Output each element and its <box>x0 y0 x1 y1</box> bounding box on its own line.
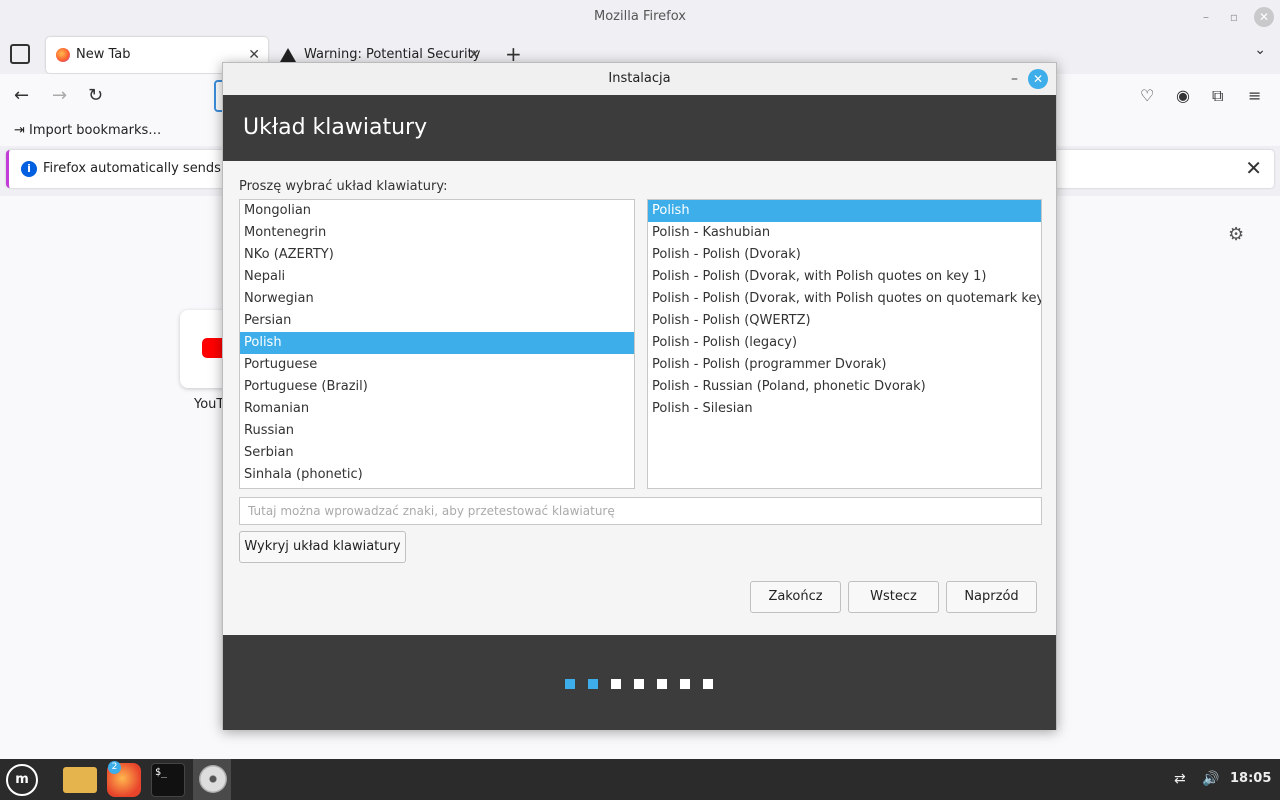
shortcut-label: YouT <box>194 397 225 412</box>
firefox-icon <box>56 48 70 62</box>
list-item[interactable]: Polish - Silesian <box>648 398 1041 420</box>
quit-button[interactable]: Zakończ <box>750 581 841 613</box>
keyboard-test-input[interactable] <box>239 497 1042 525</box>
list-item[interactable]: Polish - Polish (QWERTZ) <box>648 310 1041 332</box>
volume-icon[interactable]: 🔊 <box>1202 771 1219 787</box>
firefox-window-title: Mozilla Firefox <box>594 9 686 24</box>
taskbar: m $_ ⇄ 🔊 18:05 <box>0 759 1280 800</box>
list-item[interactable]: Polish - Polish (legacy) <box>648 332 1041 354</box>
disc-icon <box>199 765 227 793</box>
step-dot <box>565 679 575 689</box>
installer-taskbar-button[interactable] <box>193 759 231 800</box>
step-dot <box>588 679 598 689</box>
network-icon[interactable]: ⇄ <box>1174 771 1186 787</box>
close-icon[interactable]: ✕ <box>1028 69 1048 89</box>
mint-menu-icon[interactable]: m <box>6 764 38 796</box>
list-item[interactable]: Polish <box>240 332 634 354</box>
warning-icon <box>280 48 296 62</box>
extensions-icon[interactable]: ⧉ <box>1212 86 1223 106</box>
list-item[interactable]: Persian <box>240 310 634 332</box>
step-dot <box>634 679 644 689</box>
list-item[interactable]: Serbian <box>240 442 634 464</box>
notification-text: Firefox automatically sends so <box>43 161 240 176</box>
back-arrow-icon[interactable]: ← <box>14 84 29 108</box>
detect-layout-button[interactable]: Wykryj układ klawiatury <box>239 531 406 563</box>
dialog-titlebar: Instalacja – ✕ <box>223 63 1056 95</box>
step-dot <box>657 679 667 689</box>
minimize-icon[interactable]: – <box>1196 7 1216 27</box>
dialog-footer <box>223 635 1056 730</box>
list-item[interactable]: Russian <box>240 420 634 442</box>
list-item[interactable]: Portuguese (Brazil) <box>240 376 634 398</box>
clock[interactable]: 18:05 <box>1230 771 1271 786</box>
page-title: Układ klawiatury <box>223 95 1056 161</box>
list-item[interactable]: Sinhala (phonetic) <box>240 464 634 486</box>
back-button[interactable]: Wstecz <box>848 581 939 613</box>
layout-list[interactable]: Mongolian Montenegrin NKo (AZERTY) Nepali No… <box>239 199 635 489</box>
pocket-icon[interactable]: ♡ <box>1140 86 1154 105</box>
maximize-icon[interactable]: ▫ <box>1224 7 1244 27</box>
menu-icon[interactable]: ≡ <box>1248 86 1261 105</box>
list-item[interactable]: Nepali <box>240 266 634 288</box>
tab-label: New Tab <box>76 47 131 62</box>
list-item[interactable]: Polish - Kashubian <box>648 222 1041 244</box>
list-item[interactable]: Norwegian <box>240 288 634 310</box>
step-dot <box>703 679 713 689</box>
dialog-title: Instalacja <box>608 71 671 86</box>
list-item[interactable]: NKo (AZERTY) <box>240 244 634 266</box>
list-item[interactable]: Polish - Polish (Dvorak, with Polish quo… <box>648 288 1041 310</box>
import-bookmarks-link[interactable]: ⇥ Import bookmarks… <box>14 123 161 138</box>
step-dot <box>680 679 690 689</box>
files-icon[interactable] <box>63 767 97 793</box>
minimize-icon[interactable]: – <box>1011 63 1018 95</box>
info-icon: i <box>21 161 37 177</box>
list-item[interactable]: Polish - Polish (Dvorak, with Polish quo… <box>648 266 1041 288</box>
import-bookmarks-label: Import bookmarks… <box>29 123 162 138</box>
chevron-down-icon[interactable]: ⌄ <box>1254 42 1266 58</box>
step-dot <box>611 679 621 689</box>
list-item[interactable]: Polish - Russian (Poland, phonetic Dvora… <box>648 376 1041 398</box>
variant-list[interactable]: Polish Polish - Kashubian Polish - Polish … <box>647 199 1042 489</box>
list-item[interactable]: Polish - Polish (programmer Dvorak) <box>648 354 1041 376</box>
list-item[interactable]: Portuguese <box>240 354 634 376</box>
terminal-icon[interactable]: $_ <box>151 763 185 797</box>
list-item[interactable]: Polish - Polish (Dvorak) <box>648 244 1041 266</box>
firefox-titlebar: Mozilla Firefox – ▫ ✕ <box>0 0 1280 34</box>
tab-label: Warning: Potential Security <box>304 47 481 62</box>
dialog-body: Proszę wybrać układ klawiatury: Mongolia… <box>223 161 1056 635</box>
installer-dialog: Instalacja – ✕ Układ klawiatury Proszę w… <box>222 62 1057 730</box>
list-item[interactable]: Montenegrin <box>240 222 634 244</box>
account-icon[interactable]: ◉ <box>1176 86 1190 105</box>
reload-icon[interactable]: ↻ <box>88 84 103 108</box>
tab-list-icon[interactable] <box>10 44 30 64</box>
notification-badge: 2 <box>108 761 121 774</box>
list-item[interactable]: Mongolian <box>240 200 634 222</box>
forward-arrow-icon[interactable]: → <box>52 84 67 108</box>
gear-icon[interactable]: ⚙ <box>1228 224 1244 245</box>
notification-close-icon[interactable]: ✕ <box>1245 156 1262 180</box>
list-item[interactable]: Romanian <box>240 398 634 420</box>
layout-prompt: Proszę wybrać układ klawiatury: <box>239 179 448 194</box>
next-button[interactable]: Naprzód <box>946 581 1037 613</box>
list-item[interactable]: Polish <box>648 200 1041 222</box>
step-indicator <box>565 678 726 693</box>
close-icon[interactable]: ✕ <box>1254 7 1274 27</box>
